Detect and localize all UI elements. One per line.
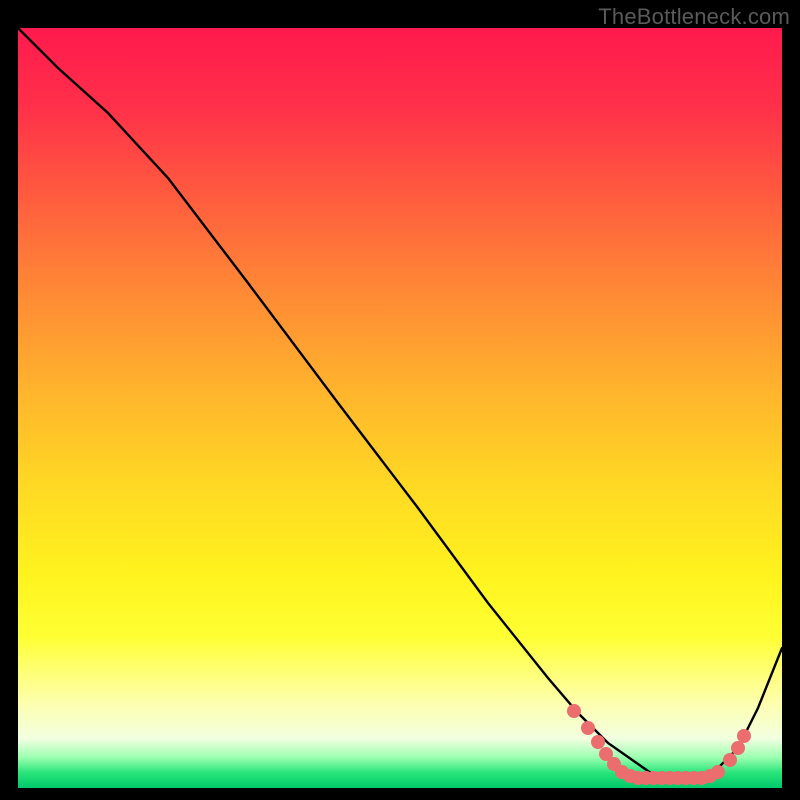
chart-stage: TheBottleneck.com — [0, 0, 800, 800]
valley-markers — [567, 704, 751, 785]
valley-dot — [591, 735, 605, 749]
valley-dot — [723, 753, 737, 767]
curve-layer — [18, 28, 782, 788]
valley-dot — [711, 765, 725, 779]
bottleneck-curve — [18, 28, 782, 778]
plot-area — [18, 28, 782, 788]
watermark-text: TheBottleneck.com — [598, 4, 790, 30]
valley-dot — [567, 704, 581, 718]
valley-dot — [731, 741, 745, 755]
valley-dot — [581, 721, 595, 735]
valley-dot — [737, 729, 751, 743]
